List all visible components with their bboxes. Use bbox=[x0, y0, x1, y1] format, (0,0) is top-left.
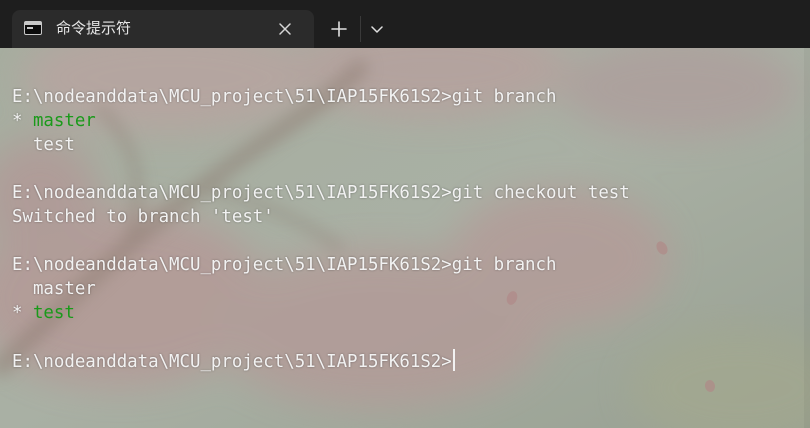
terminal-line: test bbox=[12, 133, 630, 157]
tab-bar: 命令提示符 bbox=[0, 0, 810, 48]
branch-name: test bbox=[12, 135, 75, 155]
tab-title: 命令提示符 bbox=[56, 20, 132, 37]
current-branch-marker: * bbox=[12, 303, 33, 323]
new-tab-dropdown-button[interactable] bbox=[364, 14, 390, 44]
current-branch-name: test bbox=[32, 303, 75, 323]
tab-command-prompt[interactable]: 命令提示符 bbox=[12, 10, 314, 48]
cmd-icon bbox=[24, 21, 42, 35]
tabbar-divider bbox=[360, 16, 361, 42]
terminal-line: E:\nodeanddata\MCU_project\51\IAP15FK61S… bbox=[12, 181, 630, 205]
terminal-area[interactable]: E:\nodeanddata\MCU_project\51\IAP15FK61S… bbox=[0, 48, 810, 428]
terminal-line: E:\nodeanddata\MCU_project\51\IAP15FK61S… bbox=[12, 253, 630, 277]
terminal-input-line[interactable]: E:\nodeanddata\MCU_project\51\IAP15FK61S… bbox=[12, 349, 630, 373]
command-text: git branch bbox=[451, 255, 557, 275]
new-tab-button[interactable] bbox=[324, 14, 354, 44]
terminal-window: 命令提示符 E:\nodeanddata\MCU_project\51\IAP1… bbox=[0, 0, 810, 428]
scrollbar[interactable] bbox=[804, 48, 810, 428]
terminal-line: * master bbox=[12, 109, 630, 133]
prompt-text: E:\nodeanddata\MCU_project\51\IAP15FK61S… bbox=[12, 352, 452, 372]
chevron-down-icon bbox=[371, 26, 383, 33]
terminal-output: E:\nodeanddata\MCU_project\51\IAP15FK61S… bbox=[12, 85, 630, 373]
current-branch-marker: * bbox=[12, 111, 33, 131]
current-branch-name: master bbox=[32, 111, 96, 131]
terminal-line: master bbox=[12, 277, 630, 301]
command-text: git checkout test bbox=[451, 183, 630, 203]
close-icon[interactable] bbox=[274, 18, 296, 40]
branch-name: master bbox=[12, 279, 96, 299]
terminal-line: E:\nodeanddata\MCU_project\51\IAP15FK61S… bbox=[12, 85, 630, 109]
terminal-line: Switched to branch 'test' bbox=[12, 205, 630, 229]
prompt-text: E:\nodeanddata\MCU_project\51\IAP15FK61S… bbox=[12, 255, 452, 275]
output-text: Switched to branch 'test' bbox=[12, 207, 274, 227]
terminal-line: * test bbox=[12, 301, 630, 325]
prompt-text: E:\nodeanddata\MCU_project\51\IAP15FK61S… bbox=[12, 183, 452, 203]
text-cursor bbox=[452, 349, 455, 371]
prompt-text: E:\nodeanddata\MCU_project\51\IAP15FK61S… bbox=[12, 87, 452, 107]
plus-icon bbox=[331, 21, 347, 37]
command-text: git branch bbox=[451, 87, 557, 107]
